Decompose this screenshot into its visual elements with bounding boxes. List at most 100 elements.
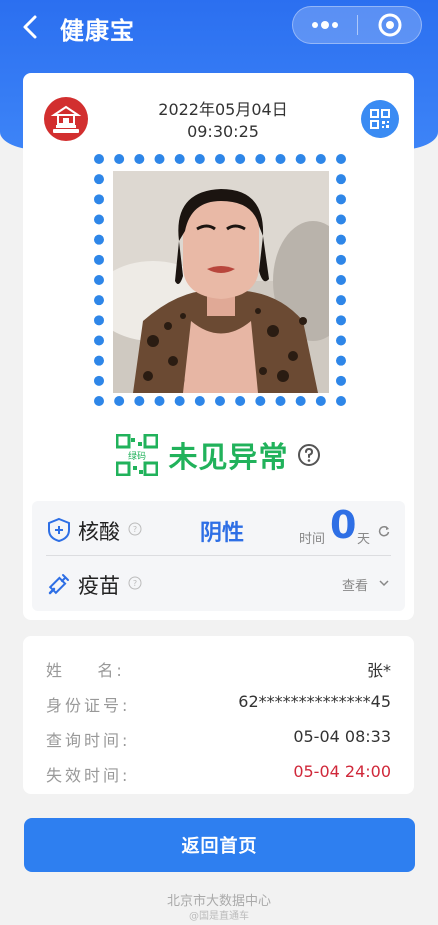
days-unit: 天 — [357, 532, 371, 547]
qr-code-icon — [370, 109, 390, 129]
border-dot — [94, 214, 104, 225]
question-small-icon[interactable]: ? — [128, 522, 142, 536]
vaccine-row[interactable]: 疫苗 ? 查看 — [32, 557, 405, 609]
border-dot — [194, 396, 205, 406]
border-dot — [336, 194, 346, 205]
border-dot — [295, 396, 306, 406]
info-value-expire: 05-04 24:00 — [293, 762, 391, 781]
border-dot — [94, 154, 104, 164]
border-dot — [336, 375, 346, 386]
border-dot — [336, 355, 346, 366]
border-dot — [94, 315, 104, 326]
border-dot — [336, 234, 346, 245]
info-label: 姓 名: — [46, 661, 125, 680]
nucleic-label: 核酸 — [78, 520, 120, 544]
info-label: 失效时间: — [46, 766, 131, 785]
border-dot — [315, 396, 326, 406]
user-photo — [113, 171, 329, 393]
green-code-icon: 绿码 — [116, 434, 159, 476]
info-value: 张* — [366, 661, 391, 680]
info-label: 身份证号: — [46, 696, 131, 715]
timestamp: 2022年05月04日 09:30:25 — [143, 99, 303, 143]
info-row-id: 身份证号: 62**************45 — [23, 685, 414, 719]
border-dot — [94, 375, 104, 386]
nucleic-test-row[interactable]: 核酸 ? 阴性 时间 0 天 — [32, 503, 405, 555]
border-dot — [154, 154, 165, 164]
border-dot — [94, 275, 104, 285]
qr-code-button[interactable] — [361, 100, 399, 138]
border-dot — [336, 315, 346, 326]
nucleic-result: 阴性 — [200, 521, 245, 546]
green-code-label: 绿码 — [128, 450, 146, 462]
info-row-name: 姓 名: 张* — [23, 650, 414, 684]
border-dot — [235, 396, 246, 406]
info-value: 62**************45 — [238, 692, 391, 711]
watermark: @国是直通车 — [189, 911, 249, 922]
border-dot — [174, 154, 185, 164]
syringe-icon — [48, 574, 69, 595]
page-title: 健康宝 — [60, 17, 135, 45]
shield-plus-icon — [48, 517, 70, 543]
test-records-panel: 核酸 ? 阴性 时间 0 天 疫苗 ? 查看 — [32, 501, 405, 611]
info-row-expire-time: 失效时间: 05-04 24:00 — [23, 755, 414, 789]
navigation-bar: 健康宝 — [0, 0, 438, 56]
border-dot — [336, 275, 346, 285]
info-row-query-time: 查询时间: 05-04 08:33 — [23, 720, 414, 754]
border-dot — [235, 154, 246, 164]
border-dot — [94, 254, 104, 265]
border-dot — [215, 154, 225, 164]
border-dot — [94, 355, 104, 366]
border-dot — [94, 396, 104, 406]
personal-info-card: 姓 名: 张* 身份证号: 62**************45 查询时间: 0… — [23, 636, 414, 794]
border-dot — [336, 214, 346, 225]
status-text: 未见异常 — [168, 440, 289, 474]
border-dot — [255, 154, 266, 164]
border-dot — [94, 295, 104, 306]
border-dot — [94, 174, 104, 185]
refresh-icon[interactable] — [378, 525, 390, 537]
current-time: 09:30:25 — [187, 122, 259, 141]
border-dot — [255, 396, 266, 406]
chevron-down-icon[interactable] — [378, 577, 390, 589]
border-dot — [215, 396, 225, 406]
photo-frame — [91, 151, 349, 409]
info-value: 05-04 08:33 — [293, 727, 391, 746]
more-button[interactable] — [293, 7, 357, 43]
return-home-button[interactable]: 返回首页 — [24, 818, 415, 872]
time-label: 时间 — [299, 532, 326, 547]
row-divider — [46, 555, 391, 556]
chevron-left-icon[interactable] — [18, 14, 44, 40]
border-dot — [134, 154, 145, 164]
view-vaccine-link[interactable]: 查看 — [342, 575, 368, 594]
more-dots-icon — [312, 21, 338, 29]
border-dot — [114, 396, 125, 406]
border-dot — [134, 396, 145, 406]
current-date: 2022年05月04日 — [158, 100, 288, 119]
border-dot — [336, 154, 346, 164]
miniprogram-capsule — [292, 6, 422, 44]
border-dot — [336, 174, 346, 185]
border-dot — [336, 295, 346, 306]
close-button[interactable] — [358, 7, 421, 43]
border-dot — [94, 335, 104, 346]
border-dot — [154, 396, 165, 406]
question-icon[interactable] — [297, 443, 321, 467]
border-dot — [295, 154, 306, 164]
border-dot — [114, 154, 125, 164]
health-code-card: 2022年05月04日 09:30:25 绿码 未见异常 核酸 ? 阴性 时间 … — [23, 73, 414, 620]
svg-text:?: ? — [133, 579, 137, 588]
question-small-icon[interactable]: ? — [128, 576, 142, 590]
info-label: 查询时间: — [46, 731, 131, 750]
border-dot — [194, 154, 205, 164]
border-dot — [94, 234, 104, 245]
border-dot — [275, 396, 286, 406]
border-dot — [275, 154, 286, 164]
days-since-test: 0 — [330, 503, 357, 547]
border-dot — [94, 194, 104, 205]
border-dot — [315, 154, 326, 164]
border-dot — [336, 254, 346, 265]
beijing-emblem-logo — [44, 97, 88, 141]
vaccine-label: 疫苗 — [78, 574, 120, 598]
svg-text:?: ? — [133, 525, 137, 534]
border-dot — [336, 396, 346, 406]
